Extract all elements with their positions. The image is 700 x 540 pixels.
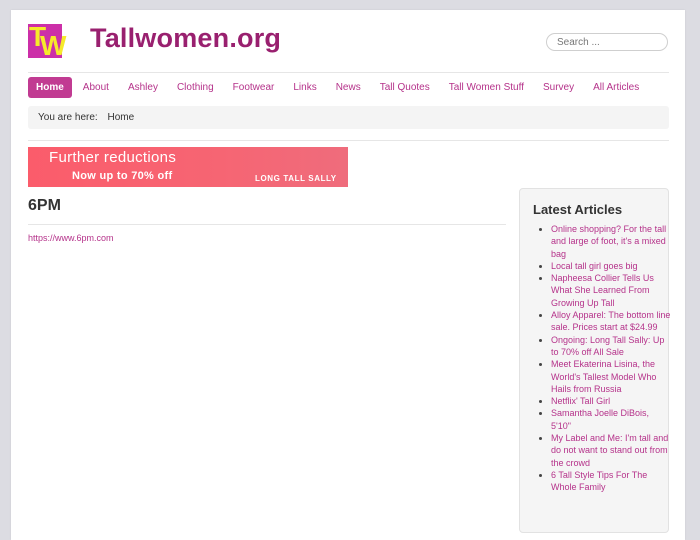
breadcrumb: You are here: Home bbox=[28, 106, 669, 129]
nav-item-news[interactable]: News bbox=[328, 77, 369, 98]
list-item: Samantha Joelle DiBois, 5'10" bbox=[551, 407, 671, 432]
list-item: Ongoing: Long Tall Sally: Up to 70% off … bbox=[551, 334, 671, 359]
promo-banner[interactable]: Further reductions Now up to 70% off LON… bbox=[28, 147, 348, 187]
nav-item-about[interactable]: About bbox=[75, 77, 117, 98]
latest-articles-list: Online shopping? For the tall and large … bbox=[533, 223, 671, 494]
list-item: Alloy Apparel: The bottom line sale. Pri… bbox=[551, 309, 671, 334]
latest-articles-sidebar: Latest Articles Online shopping? For the… bbox=[519, 188, 671, 533]
article-divider bbox=[28, 224, 506, 225]
nav-item-ashley[interactable]: Ashley bbox=[120, 77, 166, 98]
logo-letter-w: W bbox=[40, 30, 67, 61]
article-link-alloy-apparel[interactable]: Alloy Apparel: The bottom line sale. Pri… bbox=[551, 310, 670, 332]
article-link-my-label-and-me[interactable]: My Label and Me: I'm tall and do not wan… bbox=[551, 433, 668, 468]
sidebar-title: Latest Articles bbox=[533, 202, 623, 217]
nav-item-home[interactable]: Home bbox=[28, 77, 72, 98]
list-item: Online shopping? For the tall and large … bbox=[551, 223, 671, 260]
banner-headline: Further reductions bbox=[49, 149, 177, 166]
nav-item-survey[interactable]: Survey bbox=[535, 77, 582, 98]
breadcrumb-divider bbox=[28, 140, 669, 141]
article-title: 6PM bbox=[28, 197, 61, 214]
breadcrumb-current: Home bbox=[107, 112, 135, 123]
banner-brand: LONG TALL SALLY bbox=[255, 174, 337, 183]
banner-subheadline: Now up to 70% off bbox=[72, 170, 173, 182]
article-link-online-shopping[interactable]: Online shopping? For the tall and large … bbox=[551, 224, 666, 259]
header-divider bbox=[28, 72, 669, 73]
article-link-samantha-dibois[interactable]: Samantha Joelle DiBois, 5'10" bbox=[551, 408, 649, 430]
nav-item-links[interactable]: Links bbox=[285, 77, 324, 98]
article-link-tall-style-tips[interactable]: 6 Tall Style Tips For The Whole Family bbox=[551, 470, 647, 492]
main-nav: Home About Ashley Clothing Footwear Link… bbox=[28, 77, 650, 98]
article-link-ekaterina-lisina[interactable]: Meet Ekaterina Lisina, the World's Talle… bbox=[551, 359, 656, 394]
article-link-netflix-tall-girl[interactable]: Netflix' Tall Girl bbox=[551, 396, 610, 406]
nav-item-clothing[interactable]: Clothing bbox=[169, 77, 222, 98]
search-input[interactable] bbox=[546, 33, 668, 51]
article-link[interactable]: https://www.6pm.com bbox=[28, 233, 114, 243]
article-link-local-tall-girl[interactable]: Local tall girl goes big bbox=[551, 261, 638, 271]
list-item: My Label and Me: I'm tall and do not wan… bbox=[551, 432, 671, 469]
article-link-napheesa-collier[interactable]: Napheesa Collier Tells Us What She Learn… bbox=[551, 273, 654, 308]
list-item: Local tall girl goes big bbox=[551, 260, 671, 272]
site-logo[interactable]: T W bbox=[28, 21, 66, 61]
nav-item-tall-women-stuff[interactable]: Tall Women Stuff bbox=[441, 77, 532, 98]
list-item: 6 Tall Style Tips For The Whole Family bbox=[551, 469, 671, 494]
nav-item-footwear[interactable]: Footwear bbox=[225, 77, 283, 98]
nav-item-all-articles[interactable]: All Articles bbox=[585, 77, 647, 98]
list-item: Napheesa Collier Tells Us What She Learn… bbox=[551, 272, 671, 309]
site-title[interactable]: Tallwomen.org bbox=[90, 23, 281, 54]
page: T W Tallwomen.org Home About Ashley Clot… bbox=[11, 10, 685, 540]
nav-item-tall-quotes[interactable]: Tall Quotes bbox=[372, 77, 438, 98]
article-link-long-tall-sally[interactable]: Ongoing: Long Tall Sally: Up to 70% off … bbox=[551, 335, 664, 357]
list-item: Meet Ekaterina Lisina, the World's Talle… bbox=[551, 358, 671, 395]
header: T W Tallwomen.org bbox=[11, 10, 685, 72]
breadcrumb-prefix: You are here: bbox=[38, 112, 98, 123]
list-item: Netflix' Tall Girl bbox=[551, 395, 671, 407]
